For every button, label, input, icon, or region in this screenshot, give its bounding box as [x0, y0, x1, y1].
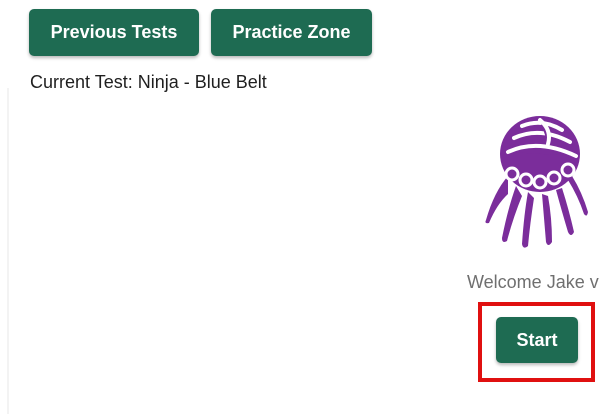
previous-tests-button[interactable]: Previous Tests — [29, 9, 199, 56]
top-nav-buttons: Previous Tests Practice Zone — [29, 9, 372, 56]
current-test-label: Current Test: Ninja - Blue Belt — [30, 72, 267, 92]
start-button[interactable]: Start — [496, 317, 578, 363]
page: Previous Tests Practice Zone Current Tes… — [0, 0, 610, 414]
content-divider — [7, 88, 9, 414]
practice-zone-button[interactable]: Practice Zone — [211, 9, 372, 56]
welcome-message: Welcome Jake v — [467, 272, 599, 292]
octopus-mascot-icon — [485, 116, 588, 248]
